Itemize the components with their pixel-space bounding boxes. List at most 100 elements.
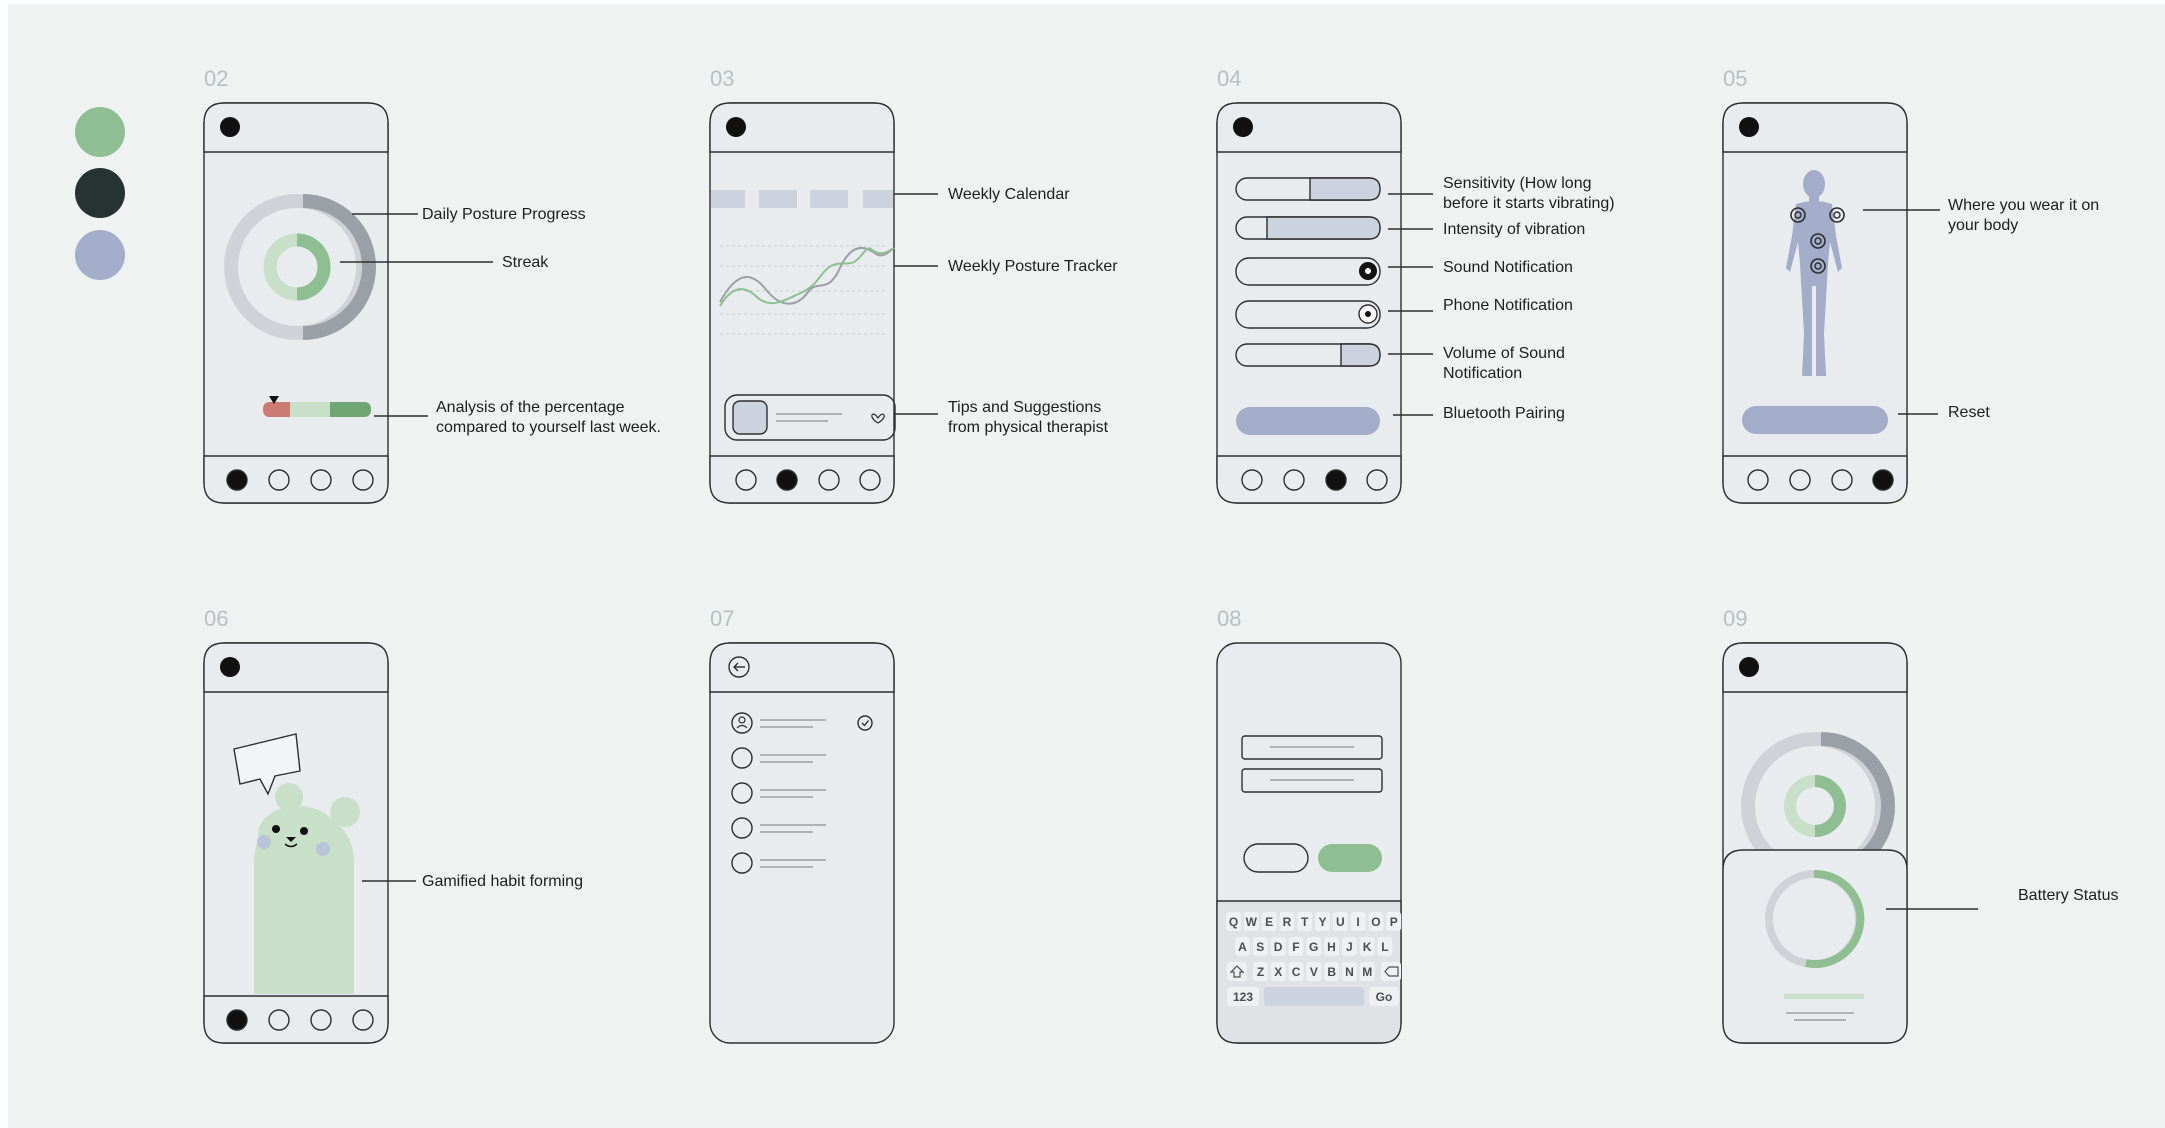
key-label: P	[1390, 915, 1398, 929]
tips-thumbnail	[732, 400, 768, 435]
bottom-nav	[709, 455, 895, 504]
nav-settings-icon[interactable]	[1325, 469, 1347, 491]
screen-number: 07	[710, 606, 734, 631]
key-label: A	[1238, 940, 1247, 954]
wireframe-scene: 02 Daily Posture Progress Streak Analysi…	[75, 66, 2119, 1044]
bottom-nav	[1216, 455, 1402, 504]
profile-dot-icon[interactable]	[726, 117, 746, 137]
label-wear-line1: Where you wear it on	[1948, 197, 2099, 214]
label-sound-notification: Sound Notification	[1443, 259, 1573, 276]
key-label: F	[1292, 940, 1299, 954]
keyboard-row-3: ZXCVBNM	[1253, 962, 1375, 981]
analysis-bar-mid	[290, 402, 330, 417]
calendar-day[interactable]	[810, 190, 848, 208]
swatch-green	[75, 107, 125, 157]
toggle-knob-dot	[1365, 268, 1371, 274]
label-reset: Reset	[1948, 404, 1990, 421]
key-label: T	[1301, 915, 1309, 929]
screen-number: 09	[1723, 606, 1747, 631]
nav-body-icon[interactable]	[1872, 469, 1894, 491]
screen-07: 07	[709, 606, 895, 1044]
label-weekly-calendar: Weekly Calendar	[948, 186, 1070, 203]
battery-sheet	[1722, 849, 1908, 1044]
profile-dot-icon[interactable]	[220, 657, 240, 677]
screen-05: 05 Where you wear it on your body Reset	[1722, 66, 2099, 504]
profile-dot-icon[interactable]	[220, 117, 240, 137]
nav-home-icon[interactable]	[226, 1009, 248, 1031]
analysis-bar-high	[330, 402, 371, 417]
calendar-day[interactable]	[759, 190, 797, 208]
bluetooth-pairing-button[interactable]	[1236, 407, 1380, 435]
screen-06: 06 Gamified habit forming	[203, 606, 583, 1044]
screen-number: 08	[1217, 606, 1241, 631]
label-bluetooth-pairing: Bluetooth Pairing	[1443, 405, 1565, 422]
screen-03: 03 Weekly Calendar Weekly Posture Tracke…	[709, 66, 1118, 504]
swatch-dark	[75, 168, 125, 218]
label-gamified: Gamified habit forming	[422, 873, 583, 890]
label-volume-line2: Notification	[1443, 365, 1522, 382]
battery-bar	[1784, 994, 1864, 999]
label-intensity: Intensity of vibration	[1443, 221, 1585, 238]
analysis-bar-low	[263, 402, 290, 417]
key-label: X	[1274, 965, 1282, 979]
label-streak: Streak	[502, 254, 549, 271]
secondary-button[interactable]	[1243, 843, 1309, 873]
key-label: J	[1346, 940, 1353, 954]
label-sensitivity-line2: before it starts vibrating)	[1443, 195, 1615, 212]
key-numbers-label: 123	[1233, 990, 1253, 1004]
label-phone-notification: Phone Notification	[1443, 297, 1573, 314]
screen-number: 04	[1217, 66, 1241, 91]
screen-number: 06	[204, 606, 228, 631]
key-label: C	[1292, 965, 1301, 979]
sound-notification-toggle[interactable]	[1235, 257, 1381, 286]
key-label: W	[1246, 915, 1258, 929]
key-label: V	[1310, 965, 1318, 979]
key-label: G	[1309, 940, 1318, 954]
toggle-knob-dot	[1365, 311, 1371, 317]
swatch-lavender	[75, 230, 125, 280]
label-volume-line1: Volume of Sound	[1443, 345, 1565, 362]
screen-number: 02	[204, 66, 228, 91]
volume-slider-fill	[1340, 343, 1381, 367]
screen-09: 09 Battery Status	[1722, 606, 2119, 1044]
key-space[interactable]	[1264, 987, 1364, 1006]
key-label: U	[1336, 915, 1345, 929]
nav-home-icon[interactable]	[226, 469, 248, 491]
calendar-day[interactable]	[711, 190, 745, 208]
profile-dot-icon[interactable]	[1233, 117, 1253, 137]
key-shift[interactable]	[1227, 962, 1247, 981]
key-label: S	[1256, 940, 1264, 954]
key-label: I	[1356, 915, 1359, 929]
phone-frame	[709, 102, 895, 504]
label-tips-line1: Tips and Suggestions	[948, 399, 1101, 416]
nav-calendar-icon[interactable]	[776, 469, 798, 491]
intensity-slider-fill	[1266, 216, 1381, 240]
wireframe-board: 02 Daily Posture Progress Streak Analysi…	[8, 4, 2165, 1128]
phone-frame	[709, 642, 895, 1044]
label-weekly-posture-tracker: Weekly Posture Tracker	[948, 258, 1118, 275]
sensitivity-slider-fill	[1309, 177, 1381, 201]
label-battery-status: Battery Status	[2018, 887, 2119, 904]
label-sensitivity-line1: Sensitivity (How long	[1443, 175, 1592, 192]
key-label: B	[1327, 965, 1336, 979]
key-label: R	[1283, 915, 1292, 929]
key-label: K	[1363, 940, 1372, 954]
reset-button[interactable]	[1742, 406, 1888, 434]
screen-08: 08 QWERTYUIOP ASDFGHJKL ZXCVBNM 123 Go	[1216, 606, 1402, 1044]
key-label: H	[1327, 940, 1336, 954]
profile-dot-icon[interactable]	[1739, 117, 1759, 137]
key-label: E	[1265, 915, 1273, 929]
label-analysis-line1: Analysis of the percentage	[436, 399, 625, 416]
key-label: O	[1371, 915, 1380, 929]
label-tips-line2: from physical therapist	[948, 419, 1109, 436]
key-label: N	[1345, 965, 1354, 979]
key-label: Y	[1318, 915, 1326, 929]
screen-number: 03	[710, 66, 734, 91]
key-go-label: Go	[1376, 990, 1393, 1004]
profile-dot-icon[interactable]	[1739, 657, 1759, 677]
key-label: Q	[1229, 915, 1238, 929]
calendar-day[interactable]	[863, 190, 893, 208]
screen-02: 02 Daily Posture Progress Streak Analysi…	[203, 66, 661, 504]
key-label: M	[1362, 965, 1372, 979]
primary-button[interactable]	[1318, 844, 1382, 872]
